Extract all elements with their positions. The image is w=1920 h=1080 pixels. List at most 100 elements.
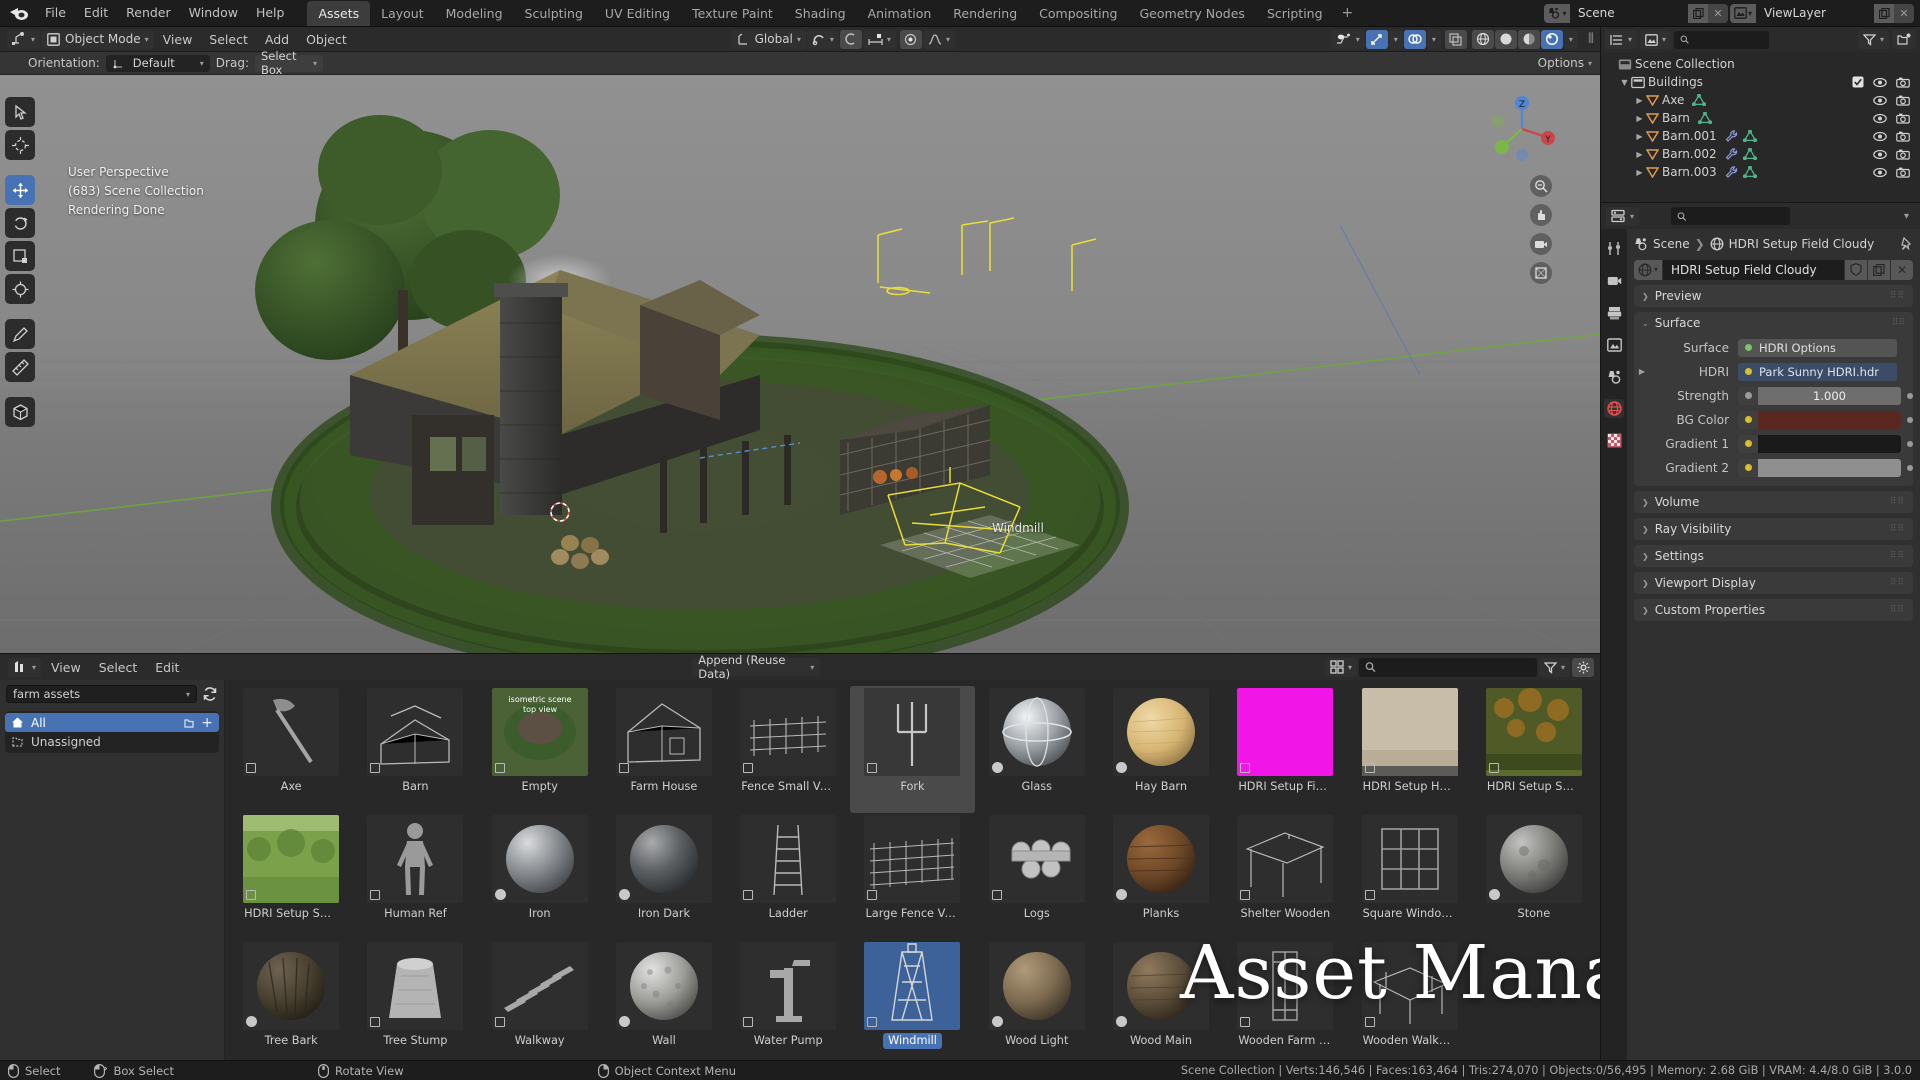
panel-viewport-display[interactable]: ❯ Viewport Display ⠿⠿ [1634, 572, 1913, 594]
properties-tab-world[interactable] [1604, 399, 1624, 418]
workspace-tab-modeling[interactable]: Modeling [435, 1, 514, 26]
asset-item[interactable]: Wood Light [975, 940, 1099, 1067]
navigation-gizmo[interactable]: Z Y [1486, 93, 1558, 165]
snap-pivot-toggle[interactable] [899, 29, 922, 49]
outliner-object-row[interactable]: ▶ Barn [1605, 109, 1916, 127]
menu-file[interactable]: File [36, 2, 75, 24]
menu-help[interactable]: Help [247, 2, 294, 24]
asset-search-field[interactable] [1380, 660, 1531, 674]
object-visibility-eye-icon[interactable] [1873, 113, 1887, 124]
field-surface-value[interactable]: HDRI Options [1738, 338, 1897, 357]
mesh-data-icon[interactable] [1742, 130, 1757, 142]
world-browse-button[interactable]: ▾ [1634, 259, 1663, 280]
object-expand-triangle[interactable]: ▶ [1633, 114, 1646, 123]
asset-item[interactable]: isometric scene top view Empty [478, 686, 602, 813]
asset-item[interactable]: Water Pump [726, 940, 850, 1067]
properties-tab-output[interactable] [1604, 303, 1624, 322]
outliner-object-row[interactable]: ▶ Barn.002 [1605, 145, 1916, 163]
shading-solid-button[interactable] [1494, 29, 1517, 49]
viewport-menu-add[interactable]: Add [257, 32, 297, 47]
properties-tab-view-layer[interactable] [1604, 335, 1624, 354]
object-expand-triangle[interactable]: ▶ [1633, 150, 1646, 159]
object-expand-triangle[interactable]: ▶ [1633, 132, 1646, 141]
zoom-icon[interactable] [1530, 175, 1552, 197]
new-collection-button[interactable] [1892, 30, 1917, 49]
asset-item[interactable]: Hay Barn [1099, 686, 1223, 813]
asset-item[interactable]: Wall [602, 940, 726, 1067]
collection-checkbox[interactable] [1852, 76, 1864, 88]
animate-property-dot[interactable] [1907, 440, 1913, 447]
asset-search-input[interactable] [1358, 657, 1537, 677]
asset-filter-button[interactable]: ▾ [1538, 657, 1570, 677]
panel-custom-properties[interactable]: ❯ Custom Properties ⠿⠿ [1634, 599, 1913, 621]
asset-item[interactable]: Human Ref [353, 813, 477, 940]
modifier-wrench-icon[interactable] [1725, 148, 1738, 160]
asset-editor-type-selector[interactable]: ▾ [8, 657, 42, 677]
ortho-perspective-icon[interactable] [1530, 262, 1552, 284]
animate-property-dot[interactable] [1907, 464, 1913, 471]
properties-search-input[interactable] [1671, 207, 1790, 225]
collection-render-camera-icon[interactable] [1896, 77, 1910, 88]
workspace-tab-animation[interactable]: Animation [857, 1, 943, 26]
xray-toggle[interactable] [1365, 29, 1388, 49]
asset-menu-edit[interactable]: Edit [147, 660, 187, 675]
pin-id-icon[interactable] [1899, 237, 1913, 251]
asset-browser-grid-area[interactable]: Axe Barn isometric scene top view Empty Farm … [225, 680, 1600, 1060]
asset-menu-select[interactable]: Select [91, 660, 146, 675]
field-hdri-value[interactable]: Park Sunny HDRI.hdr [1738, 362, 1897, 381]
workspace-tab-uv-editing[interactable]: UV Editing [594, 1, 681, 26]
asset-item[interactable]: Glass [975, 686, 1099, 813]
scale-tool-button[interactable] [5, 241, 35, 271]
shading-material-preview-button[interactable] [1517, 29, 1540, 49]
asset-item[interactable]: HDRI Setup Sunny ... [229, 813, 353, 940]
collection-expand-triangle[interactable]: ▼ [1618, 78, 1631, 87]
object-expand-triangle[interactable]: ▶ [1633, 96, 1646, 105]
gizmo-toggle[interactable] [1444, 29, 1467, 49]
panel-surface-header[interactable]: ⌄ Surface ⠿⠿ [1634, 312, 1913, 334]
workspace-tab-sculpting[interactable]: Sculpting [514, 1, 594, 26]
shading-settings-dropdown[interactable]: ▾ [1563, 29, 1578, 49]
properties-tab-tool[interactable] [1604, 239, 1624, 258]
outliner-collection-row[interactable]: ▼ Buildings [1605, 73, 1916, 91]
viewlayer-name[interactable]: ViewLayer [1756, 3, 1874, 23]
object-visibility-eye-icon[interactable] [1873, 149, 1887, 160]
new-world-button[interactable] [1868, 259, 1890, 280]
menu-edit[interactable]: Edit [75, 2, 117, 24]
falloff-curve-selector[interactable]: ▾ [922, 29, 955, 49]
asset-item[interactable]: Tree Stump [353, 940, 477, 1067]
outliner-object-row[interactable]: ▶ Barn.001 [1605, 127, 1916, 145]
workspace-tab-assets[interactable]: Assets [307, 0, 371, 26]
asset-item[interactable]: Fork [850, 686, 975, 813]
workspace-tab-compositing[interactable]: Compositing [1028, 1, 1128, 26]
orientation-dropdown[interactable]: Default ▾ [105, 54, 210, 72]
remove-scene-button[interactable]: ✕ [1708, 3, 1728, 23]
object-render-camera-icon[interactable] [1896, 167, 1910, 178]
properties-options-chevron-icon[interactable]: ▾ [1904, 211, 1915, 222]
panel-volume[interactable]: ❯ Volume ⠿⠿ [1634, 491, 1913, 513]
refresh-library-icon[interactable] [202, 686, 218, 702]
object-render-camera-icon[interactable] [1896, 149, 1910, 160]
add-workspace-button[interactable]: + [1334, 2, 1362, 24]
asset-item[interactable]: Tree Bark [229, 940, 353, 1067]
menu-render[interactable]: Render [117, 2, 180, 24]
object-render-camera-icon[interactable] [1896, 113, 1910, 124]
object-visibility-eye-icon[interactable] [1873, 95, 1887, 106]
mesh-data-icon[interactable] [1742, 148, 1757, 160]
editor-type-selector[interactable]: ▾ [7, 29, 41, 49]
world-name-field[interactable]: HDRI Setup Field Cloudy [1663, 259, 1844, 280]
xray-settings-dropdown[interactable]: ▾ [1388, 29, 1403, 49]
workspace-tab-rendering[interactable]: Rendering [942, 1, 1028, 26]
asset-item[interactable]: Axe [229, 686, 353, 813]
viewport-menu-view[interactable]: View [155, 32, 201, 47]
asset-settings-gear-icon[interactable] [1572, 657, 1594, 677]
asset-item[interactable]: Stone [1472, 813, 1596, 940]
import-method-dropdown[interactable]: Append (Reuse Data) ▾ [692, 653, 821, 681]
menu-window[interactable]: Window [180, 2, 247, 24]
asset-menu-view[interactable]: View [43, 660, 89, 675]
properties-tab-render[interactable] [1604, 271, 1624, 290]
asset-item[interactable]: Wood Main [1099, 940, 1223, 1067]
3d-viewport[interactable]: User Perspective (683) Scene Collection … [0, 75, 1600, 653]
asset-item[interactable]: Shelter Wooden [1223, 813, 1347, 940]
camera-view-icon[interactable] [1530, 233, 1552, 255]
asset-item[interactable]: Wooden Walkway [1347, 940, 1471, 1067]
